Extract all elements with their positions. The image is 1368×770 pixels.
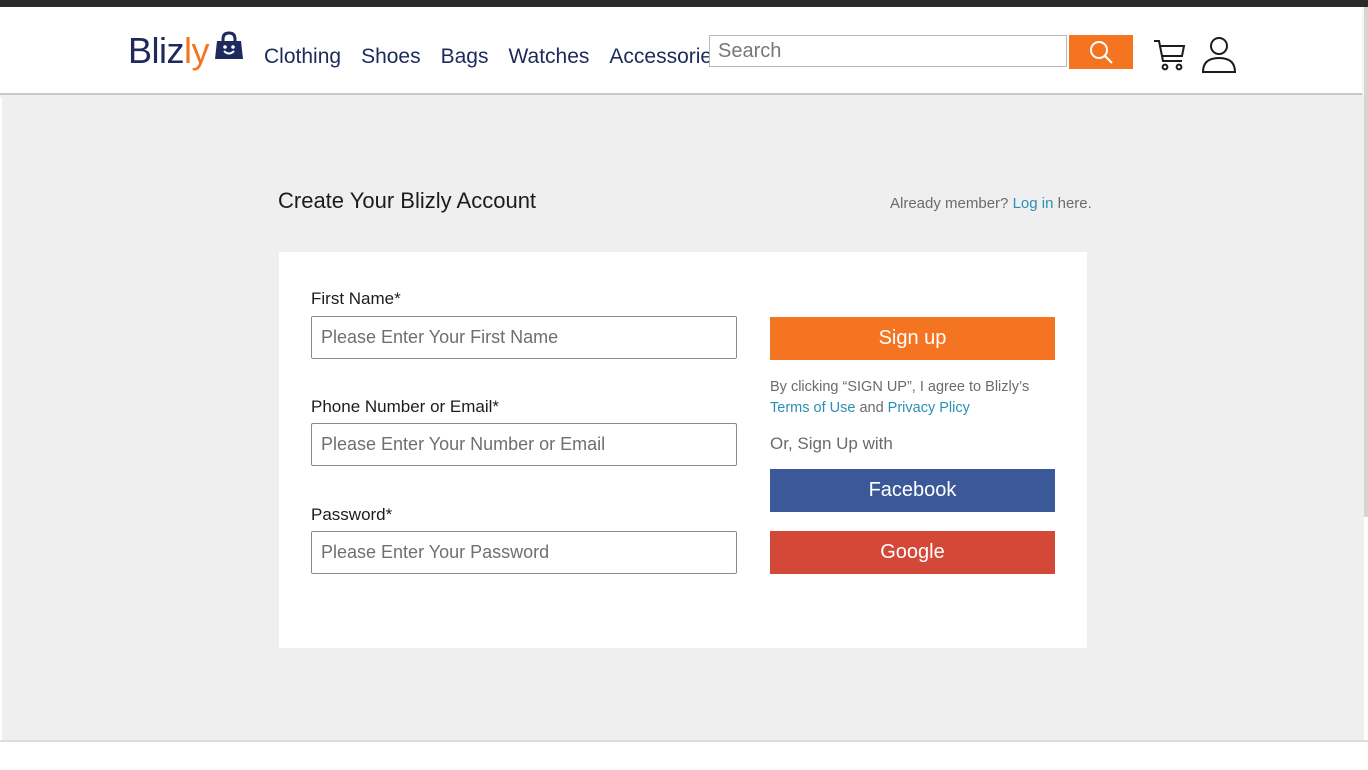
search-box	[709, 35, 1067, 67]
scrollbar[interactable]	[1364, 7, 1368, 517]
already-member-text: Already member? Log in here.	[890, 195, 1092, 212]
search-input[interactable]	[710, 36, 1066, 66]
nav-accessories[interactable]: Accessories	[609, 43, 722, 71]
top-strip	[0, 0, 1368, 7]
site-header: Blizly Clothing Shoes Bags Watches Acces…	[0, 7, 1362, 95]
nav-shoes[interactable]: Shoes	[361, 43, 421, 71]
user-icon[interactable]	[1200, 35, 1238, 80]
logo[interactable]: Blizly	[128, 27, 245, 75]
password-input[interactable]	[311, 531, 737, 574]
google-signup-button[interactable]: Google	[770, 531, 1055, 574]
search-icon	[1090, 41, 1113, 64]
already-member-prefix: Already member?	[890, 195, 1013, 212]
logo-text-main: Bliz	[128, 30, 185, 71]
nav-watches[interactable]: Watches	[508, 43, 589, 71]
already-member-suffix: here.	[1053, 195, 1092, 212]
terms-prefix: By clicking “SIGN UP”, I agree to Blizly…	[770, 379, 1030, 395]
footer-divider	[0, 740, 1368, 742]
facebook-signup-button[interactable]: Facebook	[770, 469, 1055, 512]
terms-and-text: and	[855, 400, 888, 416]
shopping-bag-icon	[213, 30, 245, 66]
or-signup-with-text: Or, Sign Up with	[770, 434, 893, 453]
page-title: Create Your Blizly Account	[278, 188, 537, 213]
login-link[interactable]: Log in	[1013, 195, 1054, 212]
main-nav: Clothing Shoes Bags Watches Accessories	[264, 43, 743, 71]
signup-button[interactable]: Sign up	[770, 317, 1055, 360]
contact-input[interactable]	[311, 423, 737, 466]
cart-icon[interactable]	[1152, 37, 1188, 78]
privacy-policy-link[interactable]: Privacy Plicy	[888, 400, 970, 416]
contact-label: Phone Number or Email*	[311, 397, 500, 416]
nav-clothing[interactable]: Clothing	[264, 43, 341, 71]
first-name-label: First Name*	[311, 289, 401, 308]
first-name-input[interactable]	[311, 316, 737, 359]
terms-of-use-link[interactable]: Terms of Use	[770, 400, 855, 416]
logo-text: Blizly	[128, 27, 210, 75]
terms-text: By clicking “SIGN UP”, I agree to Blizly…	[770, 377, 1060, 419]
nav-bags[interactable]: Bags	[441, 43, 489, 71]
search-button[interactable]	[1069, 35, 1133, 69]
password-label: Password*	[311, 505, 393, 524]
logo-text-accent: ly	[184, 30, 210, 71]
